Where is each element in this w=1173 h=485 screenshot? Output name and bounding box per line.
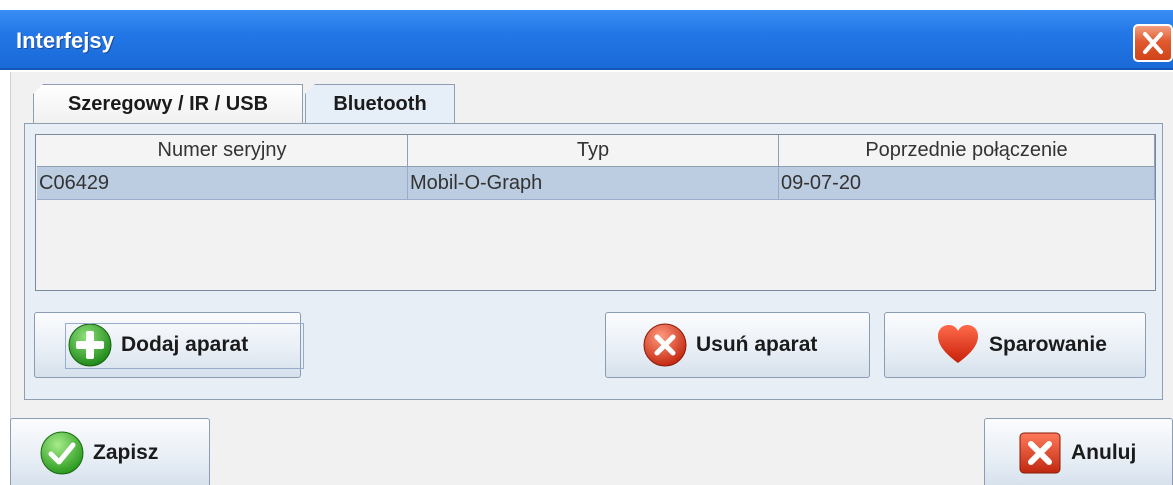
x-circle-icon (643, 323, 687, 367)
save-button[interactable]: Zapisz (10, 418, 210, 485)
close-icon (1143, 32, 1163, 54)
x-square-icon (1019, 432, 1061, 474)
save-label: Zapisz (93, 441, 159, 464)
pairing-label: Sparowanie (989, 333, 1107, 356)
remove-device-label: Usuń aparat (696, 333, 818, 356)
tab-label: Szeregowy / IR / USB (67, 93, 269, 115)
column-header-last-connection[interactable]: Poprzednie połączenie (779, 135, 1155, 167)
dialog-window: Interfejsy Szeregowy / IR / USB Bluetoot… (0, 0, 1173, 485)
tab-serial-ir-usb[interactable]: Szeregowy / IR / USB (33, 84, 303, 124)
table-row[interactable]: C06429 Mobil-O-Graph 09-07-20 (37, 167, 1155, 200)
column-header-type[interactable]: Typ (408, 135, 779, 167)
cell-last-connection: 09-07-20 (779, 167, 1155, 200)
devices-table: Numer seryjny Typ Poprzednie połączenie … (35, 134, 1156, 291)
table-header: Numer seryjny Typ Poprzednie połączenie (37, 135, 1155, 167)
column-header-serial[interactable]: Numer seryjny (37, 135, 408, 167)
check-circle-icon (40, 431, 84, 475)
plus-circle-icon (68, 323, 112, 367)
title-bar[interactable]: Interfejsy (0, 10, 1173, 70)
add-device-label: Dodaj aparat (121, 333, 249, 356)
heart-icon (938, 325, 978, 363)
cell-type: Mobil-O-Graph (408, 167, 779, 200)
pairing-button[interactable]: Sparowanie (884, 312, 1146, 378)
cancel-button[interactable]: Anuluj (984, 418, 1173, 485)
cell-serial: C06429 (37, 167, 408, 200)
close-button[interactable] (1133, 24, 1173, 62)
window-title: Interfejsy (16, 28, 114, 53)
tab-label: Bluetooth (333, 93, 427, 115)
add-device-button[interactable]: Dodaj aparat (34, 312, 304, 378)
cancel-label: Anuluj (1071, 441, 1137, 464)
tab-bluetooth[interactable]: Bluetooth (305, 84, 455, 124)
remove-device-button[interactable]: Usuń aparat (605, 312, 870, 378)
